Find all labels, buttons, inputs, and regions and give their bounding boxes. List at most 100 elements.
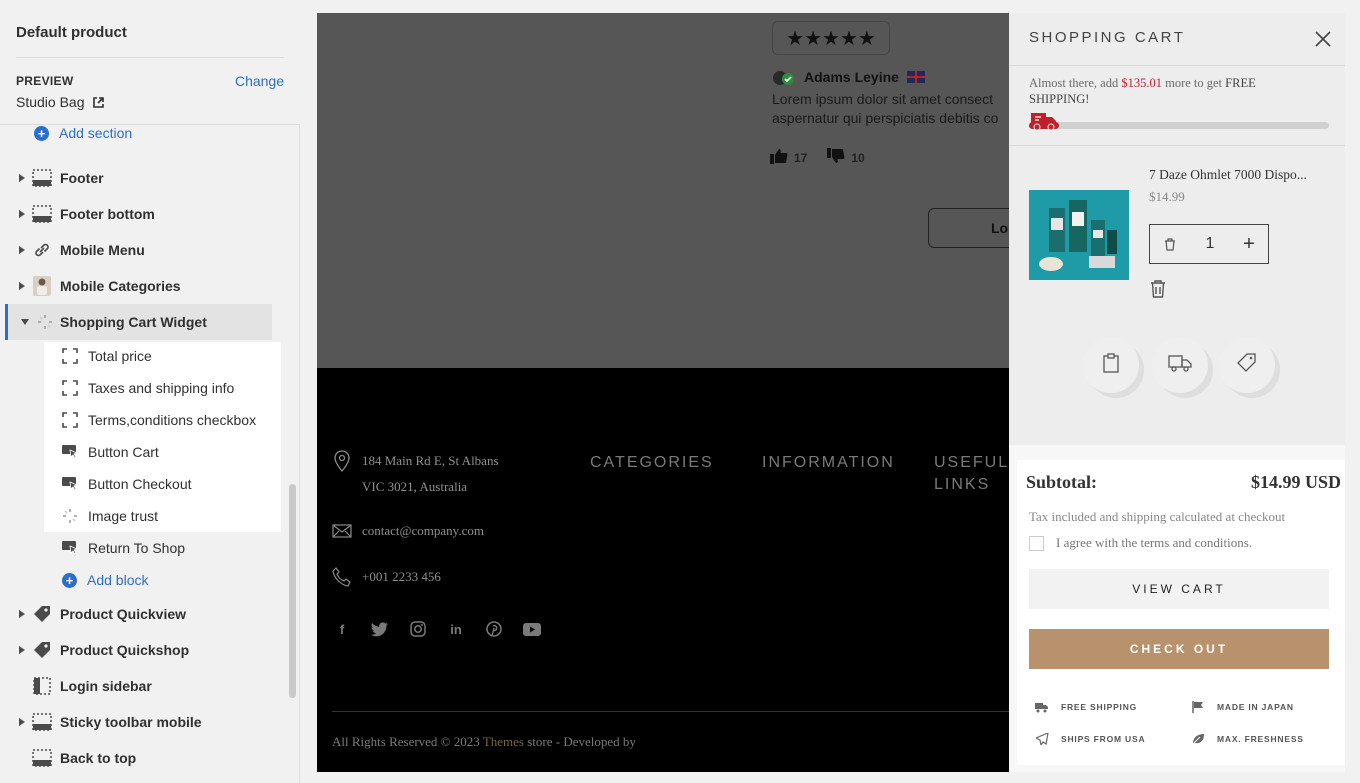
trust-badge: FREE SHIPPING [1035,701,1137,713]
pinterest-icon[interactable] [485,620,503,638]
phone-text: +001 2233 456 [362,569,441,584]
section-item-footer-bottom[interactable]: Footer bottom [0,196,286,232]
caret-right-icon[interactable] [17,609,27,619]
star-rating: ★★★★★ [772,21,890,55]
thumbs-down-icon[interactable] [827,148,845,167]
add-section-button[interactable]: + Add section [34,125,132,141]
section-item-shopping-cart-widget[interactable]: Shopping Cart Widget [5,304,272,340]
block-item-taxes-and-shipping-info[interactable]: Taxes and shipping info [44,372,281,404]
linkedin-icon[interactable]: in [447,620,465,638]
youtube-icon[interactable] [523,620,541,638]
caret-right-icon[interactable] [17,281,27,291]
shopping-cart-drawer: SHOPPING CART Almost there, add $135.01 … [1009,13,1345,772]
section-item-sticky-toolbar-mobile[interactable]: Sticky toolbar mobile [0,704,286,740]
section-item-footer[interactable]: Footer [0,160,286,196]
trash-icon[interactable] [1150,225,1190,263]
tag-icon [1237,352,1257,378]
review-votes: 17 10 [770,148,865,167]
add-block-button[interactable]: + Add block [62,572,148,588]
caret-down-icon[interactable] [20,317,30,327]
section-item-back-to-top[interactable]: Back to top [0,740,286,776]
change-preview-link[interactable]: Change [235,73,284,89]
twitter-icon[interactable] [371,620,389,638]
estimate-shipping-button[interactable] [1152,337,1208,393]
section-item-mobile-categories[interactable]: Mobile Categories [0,268,286,304]
block-item-return-to-shop[interactable]: Return To Shop [44,532,281,564]
preview-product-link[interactable]: Studio Bag [16,94,104,110]
review-section: ★★★★★ Adams Leyine Lorem ipsum dolor sit… [317,13,1028,368]
footer-phone[interactable]: +001 2233 456 [332,564,441,590]
sidebar-layout-icon [32,676,52,696]
section-item-label: Mobile Categories [60,278,181,294]
product-price: $14.99 [1149,189,1185,204]
footer-heading-useful-links[interactable]: USEFUL LINKS [934,452,1009,496]
caret-right-icon[interactable] [17,645,27,655]
view-cart-button[interactable]: VIEW CART [1029,569,1329,609]
layout-footer-icon [32,204,52,224]
product-image[interactable] [1029,190,1129,280]
reviewer-name: Adams Leyine [804,69,899,85]
uk-flag-icon [906,71,925,83]
trust-badge: MAX. FRESHNESS [1191,733,1304,745]
plus-icon[interactable]: + [1230,225,1268,263]
terms-checkbox-row[interactable]: I agree with the terms and conditions. [1029,535,1252,551]
review-text: Lorem ipsum dolor sit amet consect asper… [772,90,1012,128]
discount-code-button[interactable] [1219,337,1275,393]
verified-avatar-icon [772,68,796,86]
block-item-button-checkout[interactable]: Button Checkout [44,468,281,500]
likes-count: 17 [794,150,808,165]
map-pin-icon [332,450,352,472]
section-item-product-quickshop[interactable]: Product Quickshop [0,632,286,668]
section-item-product-quickview[interactable]: Product Quickview [0,596,286,632]
email-text: contact@company.com [362,523,484,538]
layout-footer-icon [32,748,52,768]
order-note-button[interactable] [1083,337,1139,393]
caret-right-icon[interactable] [17,209,27,219]
block-item-total-price[interactable]: Total price [44,340,281,372]
trust-label: FREE SHIPPING [1061,702,1138,712]
cart-footer: Subtotal: $14.99 USD Tax included and sh… [1017,460,1345,765]
trash-icon[interactable] [1149,279,1169,299]
terms-checkbox[interactable] [1029,535,1044,551]
subtotal-label: Subtotal: [1026,472,1098,492]
add-block-label: Add block [87,572,149,588]
copyright-brand-link[interactable]: Themes [483,734,524,749]
section-item-label: Back to top [60,750,137,766]
copyright: All Rights Reserved © 2023 Themes store … [332,734,636,750]
checkout-button[interactable]: CHECK OUT [1029,629,1329,669]
caret-right-icon[interactable] [17,173,27,183]
instagram-icon[interactable] [409,620,427,638]
block-frame-icon [61,379,79,397]
facebook-icon[interactable]: f [333,620,351,638]
section-item-login-sidebar[interactable]: Login sidebar [0,668,286,704]
external-link-icon [92,96,104,108]
leaf-icon [1191,733,1205,745]
ship-middle: more to get [1161,76,1226,90]
block-item-terms-conditions-checkbox[interactable]: Terms,conditions checkbox [44,404,281,436]
ship-prefix: Almost there, add [1029,76,1122,90]
plus-circle-icon: + [34,125,49,141]
block-item-image-trust[interactable]: Image trust [44,500,281,532]
caret-right-icon[interactable] [17,245,27,255]
product-name[interactable]: 7 Daze Ohmlet 7000 Dispo... [1149,167,1329,183]
social-links: f in [333,620,541,638]
footer-email[interactable]: contact@company.com [332,518,484,544]
trust-label: MADE IN JAPAN [1217,702,1294,712]
sidebar-scrollbar[interactable] [289,484,296,698]
caret-right-icon[interactable] [17,717,27,727]
button-press-icon [61,443,79,461]
quantity-value[interactable]: 1 [1190,235,1230,253]
footer-heading-information[interactable]: INFORMATION [762,452,895,474]
section-item-label: Footer [60,170,104,186]
block-item-button-cart[interactable]: Button Cart [44,436,281,468]
layout-footer-icon [32,168,52,188]
section-item-label: Product Quickshop [60,642,190,658]
section-item-mobile-menu[interactable]: Mobile Menu [0,232,286,268]
page-title: Default product [16,24,127,41]
block-frame-icon [61,347,79,365]
close-icon[interactable] [1314,30,1332,48]
trust-label: SHIPS FROM USA [1061,734,1146,744]
theme-editor-sidebar: Default product PREVIEW Change Studio Ba… [0,0,300,783]
footer-heading-categories[interactable]: CATEGORIES [590,452,714,474]
thumbs-up-icon[interactable] [770,148,788,167]
